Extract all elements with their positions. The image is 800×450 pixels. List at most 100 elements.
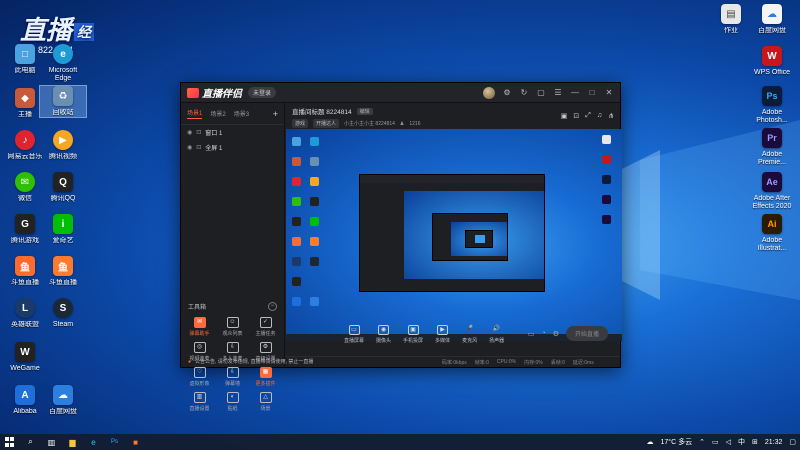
tool-item[interactable]: ♡ 虚拟形象 — [183, 367, 216, 387]
speaker-button[interactable]: 🔊 扬声器 — [489, 325, 504, 344]
desktop-icon[interactable]: i 爱奇艺 — [40, 214, 86, 245]
lock-icon[interactable]: ⊡ — [196, 144, 201, 151]
nested-controls — [404, 279, 544, 289]
tray-expand-icon[interactable]: ⌃ — [699, 438, 705, 446]
tab-scene-1[interactable]: 场景1 — [187, 108, 203, 119]
start-button[interactable] — [4, 437, 15, 448]
status-item: CPU:0% — [496, 359, 517, 365]
desktop-icon[interactable]: S Steam — [40, 298, 86, 329]
refresh-icon[interactable]: ↻ — [519, 88, 529, 97]
explorer-icon[interactable]: ▆ — [67, 437, 78, 448]
lock-icon[interactable]: ⊡ — [573, 112, 579, 120]
maximize-button[interactable]: □ — [587, 88, 597, 97]
clock[interactable]: 21:32 — [765, 439, 783, 446]
weather-icon[interactable]: ☁ — [646, 438, 653, 446]
photoshop-icon[interactable]: Ps — [109, 437, 120, 448]
desktop-icon-label: Steam — [52, 321, 74, 328]
tool-item[interactable]: ▥ 直播设置 — [183, 392, 216, 412]
tag-badge[interactable]: 开播达人 — [313, 119, 340, 128]
close-button[interactable]: ✕ — [604, 88, 614, 97]
source-item[interactable]: ◉ ⊡ 窗口 1 — [181, 125, 284, 140]
tool-item[interactable]: ▦ 更多插件 — [249, 367, 282, 387]
tool-item[interactable]: △ 场景 — [249, 392, 282, 412]
desktop-icon[interactable]: ▶ 腾讯视频 — [40, 130, 86, 161]
start-live-button[interactable]: 开始直播 — [565, 326, 608, 341]
gear-icon[interactable]: ⚙ — [553, 330, 559, 338]
visibility-icon[interactable]: ◉ — [187, 144, 192, 151]
weather-text[interactable]: 17°C 多云 — [660, 437, 692, 447]
media-button[interactable]: ▶ 多媒体 — [435, 325, 450, 344]
fullscreen-icon[interactable]: ⤢ — [585, 112, 591, 120]
desktop-icon[interactable]: Q 腾讯QQ — [40, 172, 86, 203]
desktop-icon[interactable]: ▤ 作业 — [708, 4, 754, 35]
notice-bar[interactable]: ● 公告公告, 请勿发布违规, 直播带货请使用, 禁止一直播 — [182, 356, 332, 367]
desktop-icon-label: 百度网盘 — [758, 27, 786, 34]
desktop-icon[interactable]: ☁ 百度网盘 — [40, 385, 86, 416]
desktop-icon[interactable]: Ai Adobe Illustrat... — [749, 214, 795, 253]
capture-screen-button[interactable]: ▭ 直播屏幕 — [344, 325, 364, 344]
lock-icon[interactable]: ⊡ — [196, 129, 201, 136]
desktop-icon[interactable]: Ps Adobe Photosh... — [749, 86, 795, 125]
clock-icon[interactable]: ◔ — [541, 330, 545, 337]
folder-icon: ▤ — [721, 4, 741, 24]
desktop-icon-label: WeGame — [10, 365, 40, 372]
tool-label: 弹幕墙 — [224, 381, 240, 387]
live-companion-taskbar-icon[interactable]: ■ — [130, 437, 141, 448]
input-language[interactable]: 中 — [738, 437, 745, 447]
desktop-icon[interactable]: Ae Adobe After Effects 2020 — [749, 172, 795, 211]
nested-stream-preview — [451, 222, 507, 256]
tool-item[interactable]: ✓ 主播任务 — [249, 317, 282, 337]
desktop-icon[interactable]: ♻ 回收站 — [39, 85, 87, 118]
edit-room-button[interactable]: 编辑 — [356, 107, 373, 115]
source-item[interactable]: ◉ ⊡ 全屏 1 — [181, 140, 284, 155]
tool-item[interactable]: ☺ 观众列表 — [216, 317, 249, 337]
login-button[interactable]: 未登录 — [248, 87, 277, 98]
search-icon[interactable]: ⌕ — [25, 437, 36, 448]
tab-scene-3[interactable]: 场景3 — [234, 109, 249, 118]
network-icon[interactable]: ▭ — [712, 438, 719, 446]
visibility-icon[interactable]: ◉ — [187, 129, 192, 136]
record-icon[interactable]: ▭ — [528, 330, 535, 338]
stream-preview[interactable] — [286, 129, 622, 341]
preview-icon — [310, 137, 319, 146]
notification-icon[interactable]: ▢ — [789, 438, 796, 446]
window-icon[interactable]: ▢ — [536, 88, 546, 97]
tool-item[interactable]: ✉ 弹幕助手 — [183, 317, 216, 337]
alibaba-icon: A — [15, 385, 35, 405]
camera-button[interactable]: ◉ 摄像头 — [376, 325, 391, 344]
nested-window-preview — [359, 174, 545, 292]
desktop-icon[interactable]: Pr Adobe Premie... — [749, 128, 795, 167]
tool-label: 虚拟形象 — [189, 381, 210, 387]
share-icon[interactable]: ⋔ — [608, 112, 614, 120]
douyu-icon: 鱼 — [15, 256, 35, 276]
avatar[interactable] — [483, 86, 495, 99]
minimize-button[interactable]: — — [570, 88, 580, 97]
menu-icon[interactable]: ☰ — [553, 88, 563, 97]
desktop-icon[interactable]: W WPS Office — [749, 46, 795, 77]
task-view-icon[interactable]: ▥ — [46, 437, 57, 448]
phone-cast-button[interactable]: ▣ 手机投屏 — [403, 325, 423, 344]
illustrator-icon: Ai — [762, 214, 782, 234]
control-label: 摄像头 — [376, 338, 392, 344]
collapse-icon[interactable]: − — [268, 302, 277, 311]
room-title: 直播间标题 8224814 — [292, 109, 352, 116]
edge-icon[interactable]: e — [88, 437, 99, 448]
desktop-icon[interactable]: W WeGame — [2, 342, 48, 373]
tool-item[interactable]: ◐ 贴纸 — [216, 392, 249, 412]
gift-icon[interactable]: ▣ — [561, 112, 568, 120]
tab-scene-2[interactable]: 场景2 — [210, 109, 225, 118]
ime-icon[interactable]: ⊞ — [752, 438, 758, 446]
settings-icon[interactable]: ⚙ — [502, 88, 512, 97]
category-badge[interactable]: 游戏 — [292, 119, 309, 128]
bell-icon[interactable]: ♫ — [597, 112, 602, 120]
tool-label: 弹幕助手 — [189, 331, 210, 337]
tool-item[interactable]: ⇩ 弹幕墙 — [216, 367, 249, 387]
desktop-icon[interactable]: ☁ 百度网盘 — [749, 4, 795, 35]
volume-icon[interactable]: ◁ — [726, 438, 731, 446]
microphone-button[interactable]: 🎤 麦克风 — [462, 325, 477, 344]
status-item: 丢帧:0 — [550, 359, 565, 366]
desktop-icon[interactable]: 鱼 斗鱼直播 — [40, 256, 86, 287]
tool-label: 直播设置 — [189, 406, 210, 412]
add-scene-button[interactable]: + — [273, 109, 278, 119]
desktop-icon[interactable]: e Microsoft Edge — [40, 44, 86, 83]
